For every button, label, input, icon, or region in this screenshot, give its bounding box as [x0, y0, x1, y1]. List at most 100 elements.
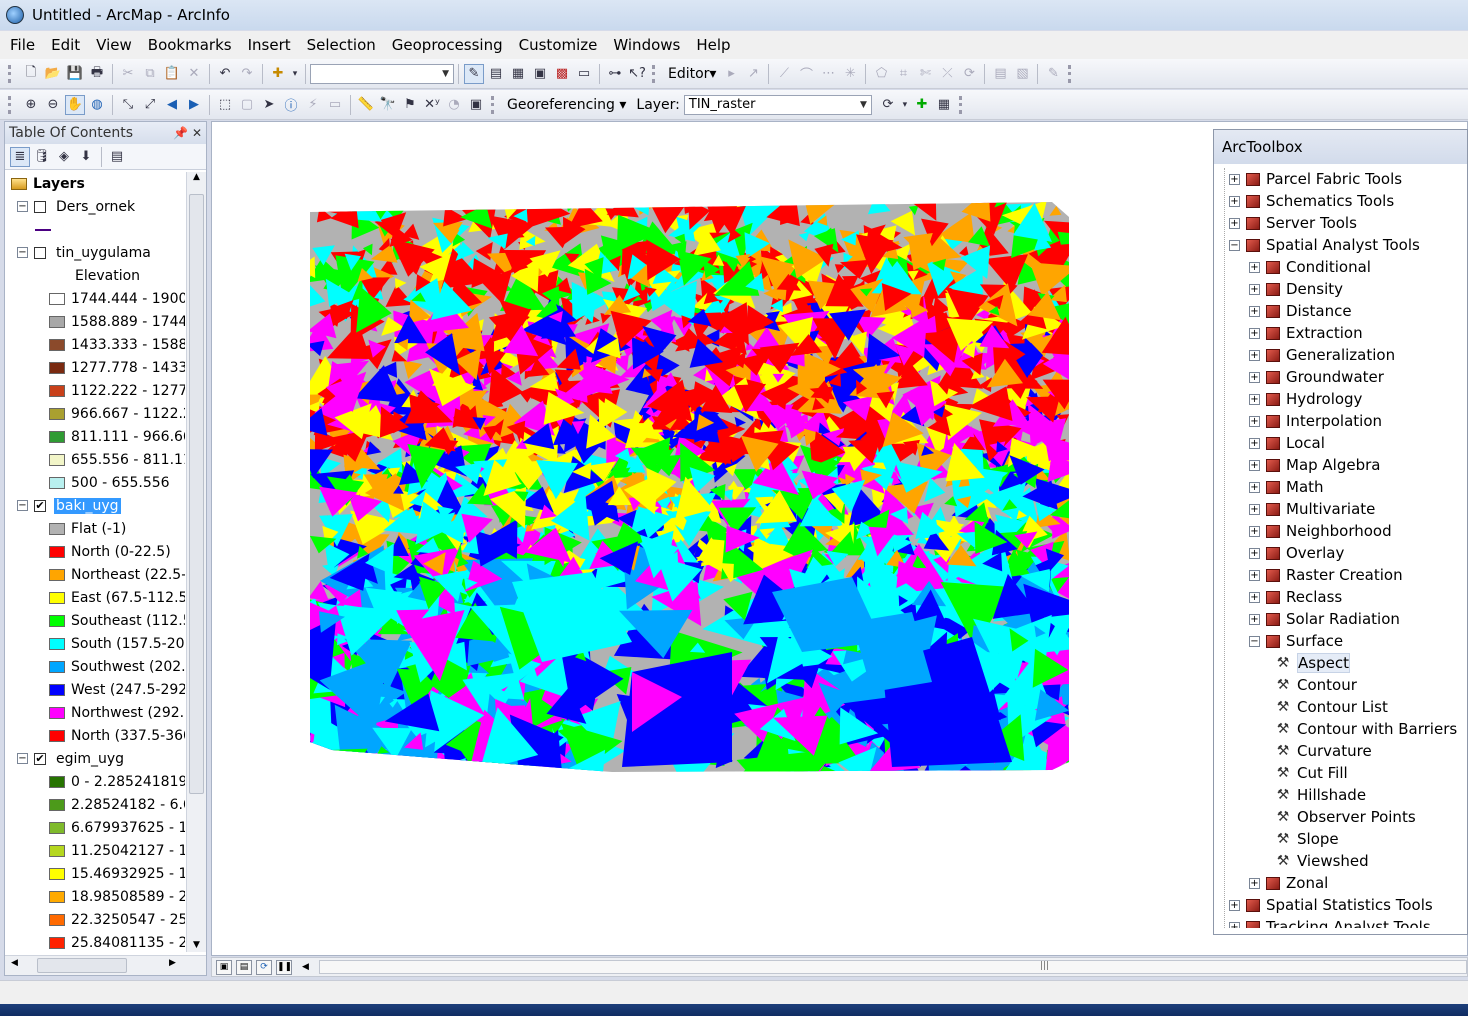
toolbar-grip[interactable]: [491, 95, 497, 114]
attributes-icon[interactable]: ▤: [990, 64, 1010, 84]
expand-icon[interactable]: +: [1249, 371, 1260, 383]
search-window-icon[interactable]: ▣: [530, 64, 550, 84]
view-link-table-icon[interactable]: ▦: [934, 95, 954, 115]
toolbox-toolbox[interactable]: + Schematics Tools: [1225, 190, 1468, 212]
expand-icon[interactable]: +: [1249, 459, 1260, 471]
toolbar-grip[interactable]: [652, 64, 658, 83]
toolbox-toolbox[interactable]: + Parcel Fabric Tools: [1225, 168, 1468, 190]
toc-layer[interactable]: − ✔ bakı_uyg: [5, 494, 185, 517]
menu-edit[interactable]: Edit: [51, 36, 80, 54]
expand-icon[interactable]: +: [1249, 327, 1260, 339]
collapse-icon[interactable]: −: [17, 201, 28, 212]
add-control-points-icon[interactable]: ✚: [912, 95, 932, 115]
whats-this-icon[interactable]: ↖?: [627, 64, 647, 84]
go-to-xy-icon[interactable]: ✕ʸ: [422, 95, 442, 115]
expand-icon[interactable]: +: [1249, 415, 1260, 427]
toolbox-toolbox[interactable]: + Tracking Analyst Tools: [1225, 916, 1468, 928]
layer-visibility-checkbox[interactable]: ✔: [34, 752, 46, 765]
map-horizontal-scrollbar[interactable]: |||: [318, 960, 1467, 974]
find-icon[interactable]: 🔭: [378, 95, 398, 115]
rotate-icon[interactable]: ⟳: [959, 64, 979, 84]
layout-view-icon[interactable]: ▤: [236, 959, 252, 975]
expand-icon[interactable]: +: [1249, 283, 1260, 295]
layer-name[interactable]: Ders_ornek: [54, 199, 137, 215]
toolbox-tool[interactable]: ⚒ Contour with Barriers: [1225, 718, 1468, 740]
toc-layer[interactable]: − ✔ egim_uyg: [5, 747, 185, 770]
toolbox-toolset[interactable]: + Groundwater: [1225, 366, 1468, 388]
expand-icon[interactable]: +: [1229, 899, 1240, 911]
copy-icon[interactable]: ⧉: [140, 64, 160, 84]
layer-visibility-checkbox[interactable]: [34, 200, 46, 213]
toc-vertical-scrollbar[interactable]: ▲ ▼: [186, 172, 206, 952]
full-extent-icon[interactable]: ◍: [87, 95, 107, 115]
toc-options-icon[interactable]: ▤: [107, 147, 127, 167]
expand-icon[interactable]: +: [1249, 591, 1260, 603]
toc-layer[interactable]: − tin_uygulama: [5, 241, 185, 264]
html-popup-icon[interactable]: ▭: [325, 95, 345, 115]
list-by-drawing-order-icon[interactable]: ≣: [10, 146, 30, 167]
undo-icon[interactable]: ↶: [215, 64, 235, 84]
toolbox-toolset[interactable]: + Neighborhood: [1225, 520, 1468, 542]
menu-windows[interactable]: Windows: [613, 36, 680, 54]
expand-icon[interactable]: +: [1249, 877, 1260, 889]
toolbox-toolset[interactable]: + Interpolation: [1225, 410, 1468, 432]
expand-icon[interactable]: +: [1249, 349, 1260, 361]
forward-extent-icon[interactable]: ▶: [184, 95, 204, 115]
python-window-icon[interactable]: ▭: [574, 64, 594, 84]
editor-menu[interactable]: Editor▾: [668, 66, 716, 82]
arctoolbox-icon[interactable]: ▩: [552, 64, 572, 84]
toolbox-toolset[interactable]: + Distance: [1225, 300, 1468, 322]
toolbox-tool[interactable]: ⚒ Contour List: [1225, 696, 1468, 718]
edit-vertices-icon[interactable]: ⬠: [871, 64, 891, 84]
select-features-icon[interactable]: ⬚: [215, 95, 235, 115]
toolbox-tool[interactable]: ⚒ Cut Fill: [1225, 762, 1468, 784]
editor-toolbar-toggle-icon[interactable]: ✎: [464, 63, 484, 84]
back-extent-icon[interactable]: ◀: [162, 95, 182, 115]
expand-icon[interactable]: +: [1249, 613, 1260, 625]
toolbox-toolset[interactable]: + Hydrology: [1225, 388, 1468, 410]
scroll-right-icon[interactable]: ▶: [169, 958, 176, 968]
menu-view[interactable]: View: [96, 36, 132, 54]
expand-icon[interactable]: +: [1249, 547, 1260, 559]
list-by-source-icon[interactable]: 🛢: [32, 147, 52, 167]
toolbox-toolbox[interactable]: + Spatial Statistics Tools: [1225, 894, 1468, 916]
expand-icon[interactable]: +: [1229, 921, 1240, 928]
menu-bookmarks[interactable]: Bookmarks: [148, 36, 232, 54]
toolbox-toolset[interactable]: + Multivariate: [1225, 498, 1468, 520]
georef-dropdown-icon[interactable]: ▾: [900, 95, 910, 115]
toolbox-toolset[interactable]: + Zonal: [1225, 872, 1468, 894]
end-point-arc-icon[interactable]: ⌒: [796, 64, 816, 84]
toc-layer[interactable]: − Ders_ornek: [5, 195, 185, 218]
scroll-up-icon[interactable]: ▲: [187, 172, 206, 182]
point-icon[interactable]: ✳: [840, 64, 860, 84]
toolbox-toolset[interactable]: + Reclass: [1225, 586, 1468, 608]
delete-icon[interactable]: ✕: [184, 64, 204, 84]
clear-selection-icon[interactable]: ▢: [237, 95, 257, 115]
expand-icon[interactable]: +: [1249, 481, 1260, 493]
scroll-left-icon[interactable]: ◀: [302, 962, 309, 972]
toolbox-toolset[interactable]: + Solar Radiation: [1225, 608, 1468, 630]
scroll-thumb[interactable]: [37, 958, 127, 973]
menu-help[interactable]: Help: [696, 36, 730, 54]
list-by-visibility-icon[interactable]: ◈: [54, 147, 74, 167]
layer-visibility-checkbox[interactable]: ✔: [34, 499, 46, 512]
add-data-icon[interactable]: ✚: [268, 64, 288, 84]
menu-geoprocessing[interactable]: Geoprocessing: [392, 36, 503, 54]
pan-icon[interactable]: ✋: [65, 94, 85, 115]
create-features-icon[interactable]: ✎: [1043, 64, 1063, 84]
save-icon[interactable]: 💾: [65, 64, 85, 84]
toolbox-toolset[interactable]: + Extraction: [1225, 322, 1468, 344]
menu-selection[interactable]: Selection: [307, 36, 376, 54]
layer-name[interactable]: egim_uyg: [54, 751, 126, 767]
add-data-dropdown-icon[interactable]: ▾: [290, 64, 300, 84]
straight-segment-icon[interactable]: ⟋: [774, 64, 794, 84]
map-scale-combo[interactable]: ▼: [310, 63, 454, 84]
expand-icon[interactable]: +: [1249, 569, 1260, 581]
modelbuilder-icon[interactable]: ⊶: [605, 64, 625, 84]
layer-visibility-checkbox[interactable]: [34, 246, 46, 259]
toolbox-toolset[interactable]: + Raster Creation: [1225, 564, 1468, 586]
sketch-properties-icon[interactable]: ▧: [1012, 64, 1032, 84]
toolbox-toolset[interactable]: + Conditional: [1225, 256, 1468, 278]
scroll-down-icon[interactable]: ▼: [187, 940, 206, 950]
toolbox-toolset[interactable]: + Overlay: [1225, 542, 1468, 564]
